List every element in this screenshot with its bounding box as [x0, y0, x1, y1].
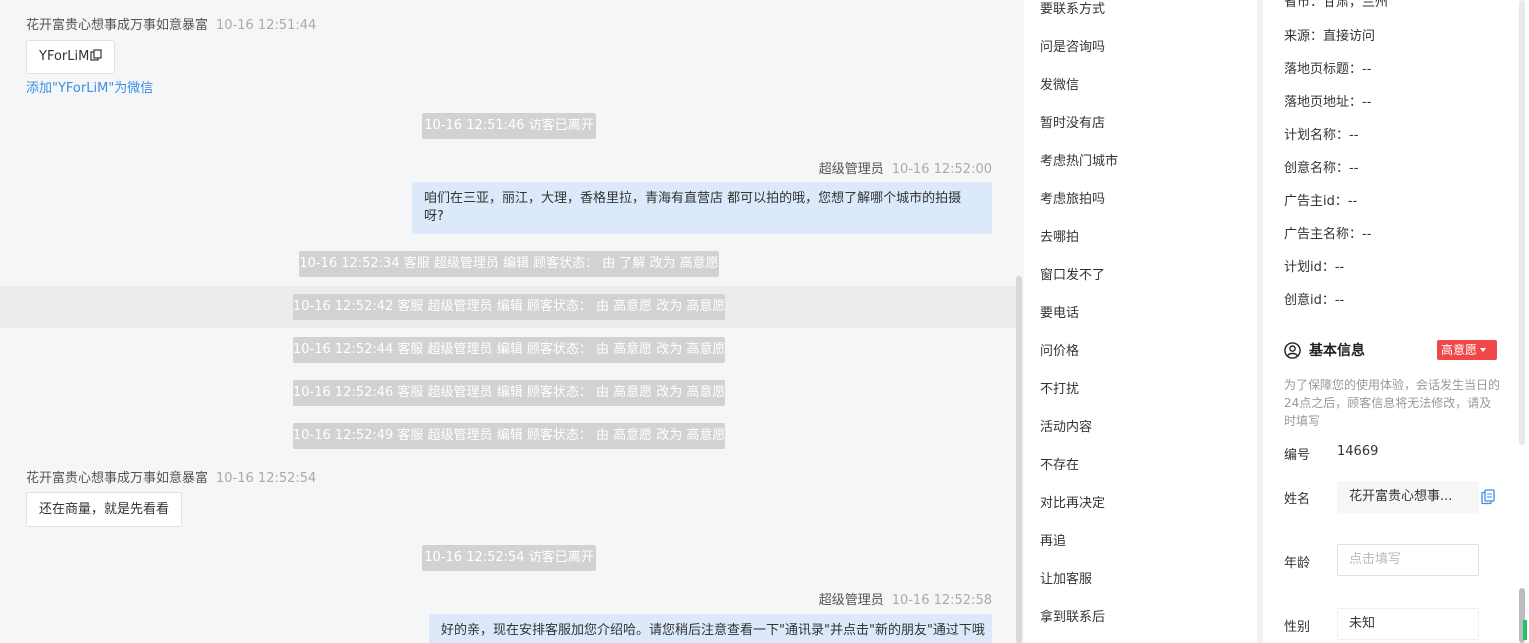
info-line-plan-name: 计划名称：-- [1284, 128, 1359, 143]
chat-scrollbar[interactable] [1016, 276, 1022, 643]
sender-line: 超级管理员 10-16 12:52:00 [819, 158, 992, 177]
info-line-advertiser-id: 广告主id：-- [1284, 194, 1358, 209]
sender-name: 超级管理员 [818, 593, 884, 608]
message-bubble[interactable]: 咱们在三亚，丽江，大理，香格里拉，青海有直营店 都可以拍的哦，您想了解哪个城市的… [412, 182, 992, 234]
quick-reply-item[interactable]: 让加客服 [1040, 568, 1092, 587]
quick-reply-item[interactable]: 活动内容 [1040, 416, 1092, 435]
copy-icon[interactable] [90, 42, 102, 61]
user-circle-icon [1284, 341, 1301, 359]
message-bubble[interactable]: 好的亲，现在安排客服加您介绍哈。请您稍后注意查看一下"通讯录"并点击"新的朋友"… [429, 614, 992, 643]
number-label: 编号 [1284, 448, 1311, 463]
message-bubble[interactable]: 还在商量，就是先看看 [26, 492, 183, 527]
age-input[interactable] [1349, 552, 1467, 567]
number-value: 14669 [1337, 444, 1379, 459]
sender-line: 超级管理员 10-16 12:52:58 [819, 589, 992, 608]
system-message: 10-16 12:52:34 客服 超级管理员 编辑 顾客状态： 由 了解 改为… [299, 251, 719, 277]
quick-reply-item[interactable]: 再追 [1040, 530, 1066, 549]
sender-name: 花开富贵心想事成万事如意暴富 [26, 471, 209, 486]
system-message: 10-16 12:52:54 访客已离开 [422, 545, 596, 571]
message-text: 咱们在三亚，丽江，大理，香格里拉，青海有直营店 都可以拍的哦，您想了解哪个城市的… [424, 191, 962, 224]
quick-reply-item[interactable]: 拿到联系后 [1040, 606, 1105, 625]
edit-notice: 为了保障您的使用体验，会话发生当日的24点之后，顾客信息将无法修改，请及时填写 [1284, 378, 1501, 428]
info-line-source: 来源：直接访问 [1284, 29, 1376, 44]
name-value: 花开富贵心想事... [1349, 489, 1453, 504]
info-line-region: 省市：甘肃，兰州 [1284, 0, 1389, 10]
quick-reply-item[interactable]: 不存在 [1040, 454, 1079, 473]
info-line-landing-title: 落地页标题：-- [1284, 62, 1372, 77]
quick-reply-item[interactable]: 窗口发不了 [1040, 264, 1105, 283]
quick-reply-item[interactable]: 要联系方式 [1040, 0, 1105, 17]
system-message: 10-16 12:51:46 访客已离开 [422, 113, 596, 139]
message-time: 10-16 12:52:54 [216, 471, 317, 486]
add-wechat-link[interactable]: 添加"YForLiM"为微信 [26, 77, 153, 96]
quick-reply-list: 要联系方式 问是咨询吗 发微信 暂时没有店 考虑热门城市 考虑旅拍吗 去哪拍 窗… [1024, 0, 1257, 643]
quick-reply-item[interactable]: 考虑热门城市 [1040, 150, 1118, 169]
system-message: 10-16 12:52:49 客服 超级管理员 编辑 顾客状态： 由 高意愿 改… [293, 423, 725, 449]
quick-reply-item[interactable]: 问是咨询吗 [1040, 36, 1105, 55]
info-line-plan-id: 计划id：-- [1284, 260, 1345, 275]
basic-info-heading: 基本信息 [1284, 340, 1365, 360]
info-scrollbar-track [1519, 0, 1525, 445]
quick-reply-item[interactable]: 问价格 [1040, 340, 1079, 359]
message-text: 还在商量，就是先看看 [39, 502, 170, 517]
gender-label: 性别 [1284, 620, 1311, 635]
gender-select[interactable]: 未知 [1337, 608, 1479, 640]
sender-name: 超级管理员 [818, 162, 884, 177]
age-label: 年龄 [1284, 556, 1311, 571]
sender-name: 花开富贵心想事成万事如意暴富 [26, 18, 209, 33]
chat-pane: 花开富贵心想事成万事如意暴富 10-16 12:51:44 YForLiM 添加"… [0, 0, 1024, 643]
system-message: 10-16 12:52:44 客服 超级管理员 编辑 顾客状态： 由 高意愿 改… [293, 337, 725, 363]
name-label: 姓名 [1284, 492, 1311, 507]
age-field[interactable] [1337, 544, 1479, 576]
message-text: YForLiM [39, 49, 90, 64]
system-message: 10-16 12:52:42 客服 超级管理员 编辑 顾客状态： 由 高意愿 改… [293, 294, 725, 320]
sender-line: 花开富贵心想事成万事如意暴富 10-16 12:52:54 [26, 467, 316, 486]
intent-status-dropdown[interactable]: 高意愿 [1437, 340, 1497, 360]
quick-reply-item[interactable]: 对比再决定 [1040, 492, 1105, 511]
info-line-creative-name: 创意名称：-- [1284, 161, 1359, 176]
system-message: 10-16 12:52:46 客服 超级管理员 编辑 顾客状态： 由 高意愿 改… [293, 380, 725, 406]
quick-reply-item[interactable]: 考虑旅拍吗 [1040, 188, 1105, 207]
quick-reply-item[interactable]: 去哪拍 [1040, 226, 1079, 245]
quick-reply-item[interactable]: 不打扰 [1040, 378, 1079, 397]
caret-down-icon [1480, 348, 1487, 352]
intent-status-label: 高意愿 [1441, 343, 1478, 357]
quick-reply-item[interactable]: 发微信 [1040, 74, 1079, 93]
status-indicator [1523, 620, 1527, 640]
section-title: 基本信息 [1309, 343, 1365, 359]
quick-reply-item[interactable]: 暂时没有店 [1040, 112, 1105, 131]
quick-reply-item[interactable]: 要电话 [1040, 302, 1079, 321]
message-text: 好的亲，现在安排客服加您介绍哈。请您稍后注意查看一下"通讯录"并点击"新的朋友"… [441, 623, 985, 638]
info-line-landing-url: 落地页地址：-- [1284, 95, 1372, 110]
info-line-creative-id: 创意id：-- [1284, 293, 1345, 308]
gender-value: 未知 [1349, 616, 1376, 631]
message-time: 10-16 12:51:44 [216, 18, 317, 33]
customer-info-panel: 省市：甘肃，兰州 来源：直接访问 落地页标题：-- 落地页地址：-- 计划名称：… [1263, 0, 1529, 643]
sender-line: 花开富贵心想事成万事如意暴富 10-16 12:51:44 [26, 14, 316, 33]
message-time: 10-16 12:52:00 [891, 162, 992, 177]
info-line-advertiser-name: 广告主名称：-- [1284, 227, 1372, 242]
copy-icon[interactable] [1481, 489, 1495, 505]
message-time: 10-16 12:52:58 [891, 593, 992, 608]
message-bubble[interactable]: YForLiM [26, 40, 116, 74]
name-field: 花开富贵心想事... [1337, 481, 1479, 513]
